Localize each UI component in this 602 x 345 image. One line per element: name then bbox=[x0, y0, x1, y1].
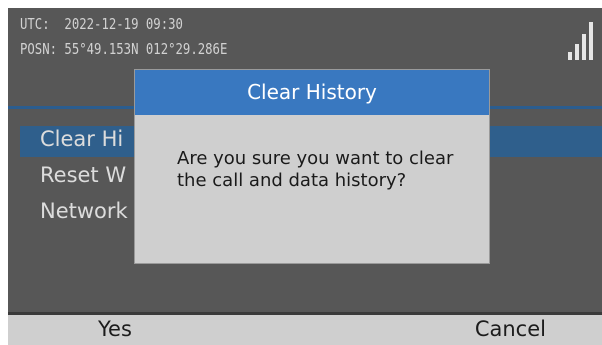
signal-bar bbox=[575, 44, 579, 60]
position-readout: POSN: 55°49.153N 012°29.286E bbox=[20, 40, 227, 58]
menu-item-network[interactable]: Network bbox=[40, 199, 128, 223]
posn-value: 55°49.153N 012°29.286E bbox=[64, 40, 228, 58]
signal-bar bbox=[589, 22, 593, 60]
dialog-message: Are you sure you want to clear the call … bbox=[177, 148, 454, 191]
device-screen: UTC: 2022-12-19 09:30 POSN: 55°49.153N 0… bbox=[8, 8, 602, 345]
menu-item-clear-history[interactable]: Clear Hi bbox=[40, 127, 123, 151]
signal-bar bbox=[582, 34, 586, 60]
softkey-bar: Yes Cancel bbox=[8, 312, 602, 345]
clear-history-dialog: Clear History Are you sure you want to c… bbox=[135, 70, 489, 263]
menu-item-reset[interactable]: Reset W bbox=[40, 163, 126, 187]
cancel-softkey[interactable]: Cancel bbox=[475, 317, 546, 341]
signal-bar bbox=[568, 52, 572, 60]
yes-softkey[interactable]: Yes bbox=[98, 317, 132, 341]
utc-value: 2022-12-19 09:30 bbox=[64, 15, 183, 33]
dialog-title: Clear History bbox=[135, 70, 489, 115]
posn-label: POSN: bbox=[20, 40, 58, 58]
utc-label: UTC: bbox=[20, 15, 50, 33]
signal-strength-icon bbox=[568, 20, 596, 60]
utc-readout: UTC: 2022-12-19 09:30 bbox=[20, 15, 183, 33]
